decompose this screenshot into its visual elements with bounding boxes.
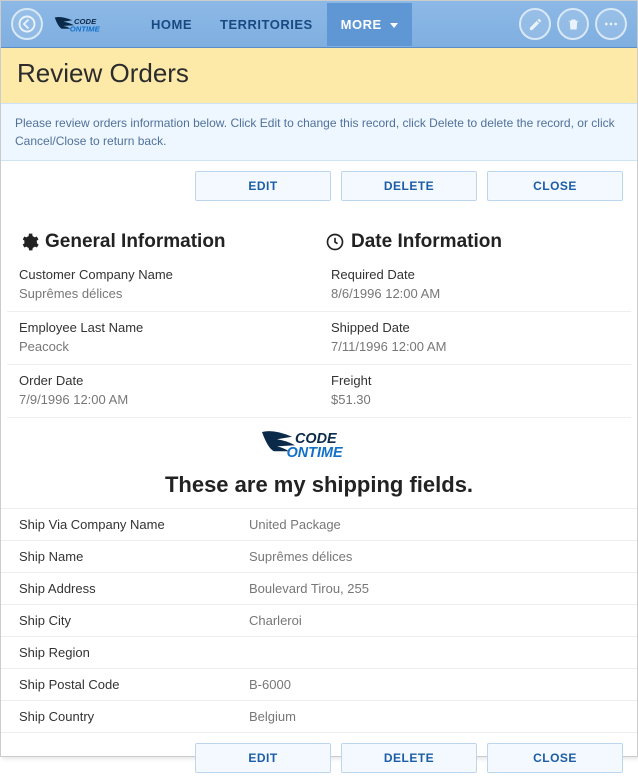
shipping-section-title: These are my shipping fields. <box>1 466 637 508</box>
field-ship-region: Ship Region <box>1 636 637 668</box>
field-label: Ship Postal Code <box>19 677 249 692</box>
action-buttons-bottom: EDIT DELETE CLOSE <box>1 733 637 783</box>
field-label: Ship Via Company Name <box>19 517 249 532</box>
svg-text:ONTIME: ONTIME <box>70 24 101 33</box>
section-headers: General Information Date Information <box>1 211 637 259</box>
field-ship-country: Ship Country Belgium <box>1 700 637 733</box>
field-value: Suprêmes délices <box>19 286 307 301</box>
field-shipped-date: Shipped Date 7/11/1996 12:00 AM <box>319 312 631 365</box>
field-label: Freight <box>331 373 619 388</box>
page-title: Review Orders <box>17 58 621 89</box>
edit-toolbar-button[interactable] <box>519 8 551 40</box>
field-value: United Package <box>249 517 619 532</box>
field-ship-via: Ship Via Company Name United Package <box>1 508 637 540</box>
field-value: 8/6/1996 12:00 AM <box>331 286 619 301</box>
field-ship-name: Ship Name Suprêmes délices <box>1 540 637 572</box>
field-ship-address: Ship Address Boulevard Tirou, 255 <box>1 572 637 604</box>
action-buttons-top: EDIT DELETE CLOSE <box>1 161 637 211</box>
general-section-header: General Information <box>19 231 313 253</box>
nav-territories[interactable]: TERRITORIES <box>206 3 327 46</box>
field-label: Required Date <box>331 267 619 282</box>
nav-more-label: MORE <box>341 17 382 32</box>
field-employee-lastname: Employee Last Name Peacock <box>7 312 319 365</box>
field-value: Peacock <box>19 339 307 354</box>
field-ship-postal: Ship Postal Code B-6000 <box>1 668 637 700</box>
delete-button[interactable]: DELETE <box>341 171 477 201</box>
info-columns: Customer Company Name Suprêmes délices E… <box>1 259 637 418</box>
edit-button[interactable]: EDIT <box>195 171 331 201</box>
field-value: Charleroi <box>249 613 619 628</box>
field-required-date: Required Date 8/6/1996 12:00 AM <box>319 259 631 312</box>
field-label: Customer Company Name <box>19 267 307 282</box>
field-label: Order Date <box>19 373 307 388</box>
field-label: Employee Last Name <box>19 320 307 335</box>
pencil-icon <box>528 17 543 32</box>
field-order-date: Order Date 7/9/1996 12:00 AM <box>7 365 319 418</box>
field-label: Ship Address <box>19 581 249 596</box>
center-logo: CODE ONTIME <box>1 418 637 466</box>
date-section-header: Date Information <box>325 231 619 253</box>
back-button[interactable] <box>11 8 43 40</box>
clock-icon <box>325 232 345 252</box>
field-value: B-6000 <box>249 677 619 692</box>
shipping-table: Ship Via Company Name United Package Shi… <box>1 508 637 733</box>
svg-text:ONTIME: ONTIME <box>287 445 343 461</box>
codeontime-logo-icon: CODE ONTIME <box>259 426 379 462</box>
codeontime-logo-icon: CODE ONTIME <box>53 14 123 35</box>
field-freight: Freight $51.30 <box>319 365 631 418</box>
general-column: Customer Company Name Suprêmes délices E… <box>7 259 319 418</box>
nav-more[interactable]: MORE <box>327 3 412 46</box>
gear-icon <box>19 232 39 252</box>
field-ship-city: Ship City Charleroi <box>1 604 637 636</box>
trash-icon <box>566 17 581 32</box>
field-label: Ship Region <box>19 645 249 660</box>
edit-button[interactable]: EDIT <box>195 743 331 773</box>
field-value: 7/9/1996 12:00 AM <box>19 392 307 407</box>
date-section-title: Date Information <box>351 231 502 253</box>
close-button[interactable]: CLOSE <box>487 171 623 201</box>
more-toolbar-button[interactable] <box>595 8 627 40</box>
dots-horizontal-icon <box>603 16 619 32</box>
nav-home[interactable]: HOME <box>137 3 206 46</box>
delete-button[interactable]: DELETE <box>341 743 477 773</box>
delete-toolbar-button[interactable] <box>557 8 589 40</box>
field-customer-company: Customer Company Name Suprêmes délices <box>7 259 319 312</box>
field-value <box>249 645 619 660</box>
field-value: 7/11/1996 12:00 AM <box>331 339 619 354</box>
close-button[interactable]: CLOSE <box>487 743 623 773</box>
help-text: Please review orders information below. … <box>1 103 637 161</box>
field-value: Belgium <box>249 709 619 724</box>
field-label: Shipped Date <box>331 320 619 335</box>
field-value: Boulevard Tirou, 255 <box>249 581 619 596</box>
brand-logo: CODE ONTIME <box>53 14 123 35</box>
field-value: $51.30 <box>331 392 619 407</box>
chevron-down-icon <box>390 23 398 28</box>
svg-text:CODE: CODE <box>295 431 337 447</box>
date-column: Required Date 8/6/1996 12:00 AM Shipped … <box>319 259 631 418</box>
field-label: Ship Country <box>19 709 249 724</box>
title-bar: Review Orders <box>1 48 637 103</box>
toolbar: CODE ONTIME HOME TERRITORIES MORE <box>1 1 637 48</box>
general-section-title: General Information <box>45 231 226 253</box>
arrow-back-icon <box>18 15 36 33</box>
field-value: Suprêmes délices <box>249 549 619 564</box>
field-label: Ship Name <box>19 549 249 564</box>
field-label: Ship City <box>19 613 249 628</box>
